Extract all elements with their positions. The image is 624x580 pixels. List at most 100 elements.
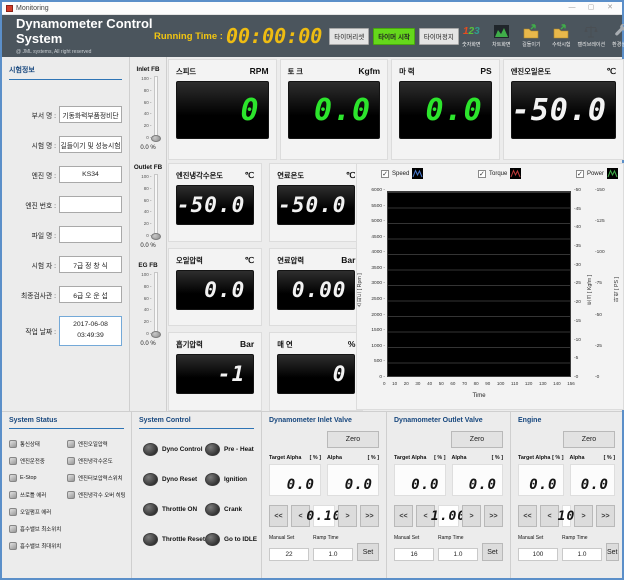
zero-button[interactable]: Zero — [327, 431, 379, 448]
step-inc-button[interactable]: > — [338, 505, 357, 527]
divider — [9, 79, 122, 80]
throttle-on-button[interactable]: Throttle ON — [143, 503, 205, 516]
slider-scale: 100806040200 — [139, 174, 152, 238]
dyno-control-button[interactable]: Dyno Control — [143, 443, 205, 456]
step-value-display: 10 — [562, 505, 571, 527]
outlet-valve-panel: Dynamometer Outlet Valve Zero Target Alp… — [386, 412, 510, 578]
step-inc-fast-button[interactable]: >> — [360, 505, 379, 527]
led-icon — [9, 542, 17, 550]
toolbar-settings[interactable]: 환경설정 — [609, 24, 624, 48]
step-dec-fast-button[interactable]: << — [394, 505, 413, 527]
balance-icon — [583, 24, 599, 39]
throttle-reset-button[interactable]: Throttle Reset — [143, 533, 205, 546]
plot-area — [387, 191, 571, 377]
manual-set-input[interactable] — [269, 548, 309, 561]
crank-button[interactable]: Crank — [205, 503, 257, 516]
eg-fb-slider: EG FB 100806040200 0.0 % — [138, 262, 157, 347]
work-date-field: 작업 날짜 : 2017-06-08 03:49:39 — [9, 316, 122, 346]
department-input[interactable] — [59, 106, 122, 123]
power-checkbox-icon[interactable] — [576, 170, 584, 178]
feedback-sliders-panel: Inlet FB 100806040200 0.0 % Outlet FB 10… — [130, 57, 167, 412]
step-inc-fast-button[interactable]: >> — [484, 505, 503, 527]
ignition-button[interactable]: Ignition — [205, 473, 257, 486]
status-engine-running: 엔진운전중 — [9, 457, 67, 465]
button-led-icon — [143, 533, 158, 546]
manual-set-input[interactable] — [518, 548, 558, 561]
slider-thumb[interactable] — [151, 135, 161, 142]
set-button[interactable]: Set — [606, 543, 619, 561]
ramp-time-input[interactable] — [313, 548, 353, 561]
maximize-icon[interactable]: ▢ — [583, 2, 599, 14]
slider-track[interactable] — [154, 272, 158, 336]
speed-checkbox-icon[interactable] — [381, 170, 389, 178]
gauge-speed: 스피드RPM 0 — [168, 59, 277, 160]
button-led-icon — [205, 443, 220, 456]
target-alpha-display: 0.0 — [394, 464, 446, 496]
step-inc-button[interactable]: > — [462, 505, 481, 527]
slider-thumb[interactable] — [151, 331, 161, 338]
gauge-engine-oil-temp: 엔진오일온도℃ -50.0 — [503, 59, 624, 160]
app-header: Dynamometer Control System @ JML systems… — [2, 15, 622, 57]
numbers-icon: 123 — [463, 24, 480, 39]
timer-stop-button[interactable]: 타이머정지 — [419, 28, 459, 45]
running-time: Running Time : 00:00:00 — [154, 24, 322, 48]
go-to-idle-button[interactable]: Go to IDLE — [205, 533, 257, 546]
step-inc-fast-button[interactable]: >> — [596, 505, 615, 527]
step-dec-fast-button[interactable]: << — [518, 505, 537, 527]
engine-name-input[interactable] — [59, 166, 122, 183]
step-dec-fast-button[interactable]: << — [269, 505, 288, 527]
toolbar-chart-screen[interactable]: 차트화면 — [489, 24, 514, 48]
engine-name-field: 엔진 명 : — [9, 166, 122, 183]
led-icon — [67, 457, 75, 465]
toolbar-numeric-screen[interactable]: 123 숫자화면 — [459, 24, 484, 48]
lcd-display: 0.00 — [277, 270, 355, 310]
led-icon — [9, 508, 17, 516]
ramp-time-input[interactable] — [562, 548, 602, 561]
engine-number-input[interactable] — [59, 196, 122, 213]
toolbar-break-in[interactable]: 길들이기 — [519, 24, 544, 48]
toolbar-calibration[interactable]: 캘리브레이션 — [579, 24, 604, 48]
led-icon — [9, 474, 17, 482]
gauge-fuel-pressure: 연료압력Bar 0.00 — [269, 248, 363, 327]
gauges-top-row: 스피드RPM 0 토 크Kgfm 0.0 마 력PS 0.0 엔진오일온도℃ -… — [168, 59, 624, 160]
x-axis-title: Time — [387, 393, 571, 399]
lcd-display: 0 — [277, 354, 355, 394]
minimize-icon[interactable]: — — [564, 2, 580, 14]
toolbar: 123 숫자화면 차트화면 길들이기 수락시험 캘리브레이션 — [459, 24, 624, 48]
engine-number-field: 엔진 번호 : — [9, 196, 122, 213]
y-axis-left-ticks: 6000550050004500400035003000250020001500… — [362, 188, 385, 380]
toolbar-acceptance-test[interactable]: 수락시험 — [549, 24, 574, 48]
slider-track[interactable] — [154, 174, 158, 238]
speed-thumbnail-icon — [412, 168, 423, 179]
zero-button[interactable]: Zero — [451, 431, 503, 448]
status-coolant-temp: 엔진냉각수온도 — [67, 457, 126, 465]
slider-thumb[interactable] — [151, 233, 161, 240]
slider-track[interactable] — [154, 76, 158, 140]
led-icon — [9, 491, 17, 499]
test-name-field: 시험 명 : — [9, 136, 122, 153]
step-inc-button[interactable]: > — [574, 505, 593, 527]
file-name-input[interactable] — [59, 226, 122, 243]
timer-reset-button[interactable]: 타이머리셋 — [329, 28, 369, 45]
set-button[interactable]: Set — [482, 543, 503, 561]
ramp-time-input[interactable] — [438, 548, 478, 561]
y-axis-right2-title: 마력 [ PS ] — [613, 276, 621, 301]
target-alpha-display: 0.0 — [269, 464, 321, 496]
lcd-display: -50.0 — [511, 81, 616, 139]
legend-torque: Torque — [478, 168, 521, 179]
manual-set-input[interactable] — [394, 548, 434, 561]
timer-start-button[interactable]: 타이머 시작 — [373, 28, 415, 45]
led-icon — [9, 525, 17, 533]
zero-button[interactable]: Zero — [563, 431, 615, 448]
set-button[interactable]: Set — [357, 543, 379, 561]
dyno-reset-button[interactable]: Dyno Reset — [143, 473, 205, 486]
step-dec-button[interactable]: < — [540, 505, 559, 527]
inspector-input[interactable] — [59, 286, 122, 303]
tester-input[interactable] — [59, 256, 122, 273]
outlet-fb-slider: Outlet FB 100806040200 0.0 % — [134, 164, 162, 249]
pre-heat-button[interactable]: Pre - Heat — [205, 443, 257, 456]
x-axis-ticks: 0102030405060708090100110120130140156 — [383, 381, 575, 386]
test-name-input[interactable] — [59, 136, 122, 153]
torque-checkbox-icon[interactable] — [478, 170, 486, 178]
close-icon[interactable]: ✕ — [602, 2, 618, 14]
